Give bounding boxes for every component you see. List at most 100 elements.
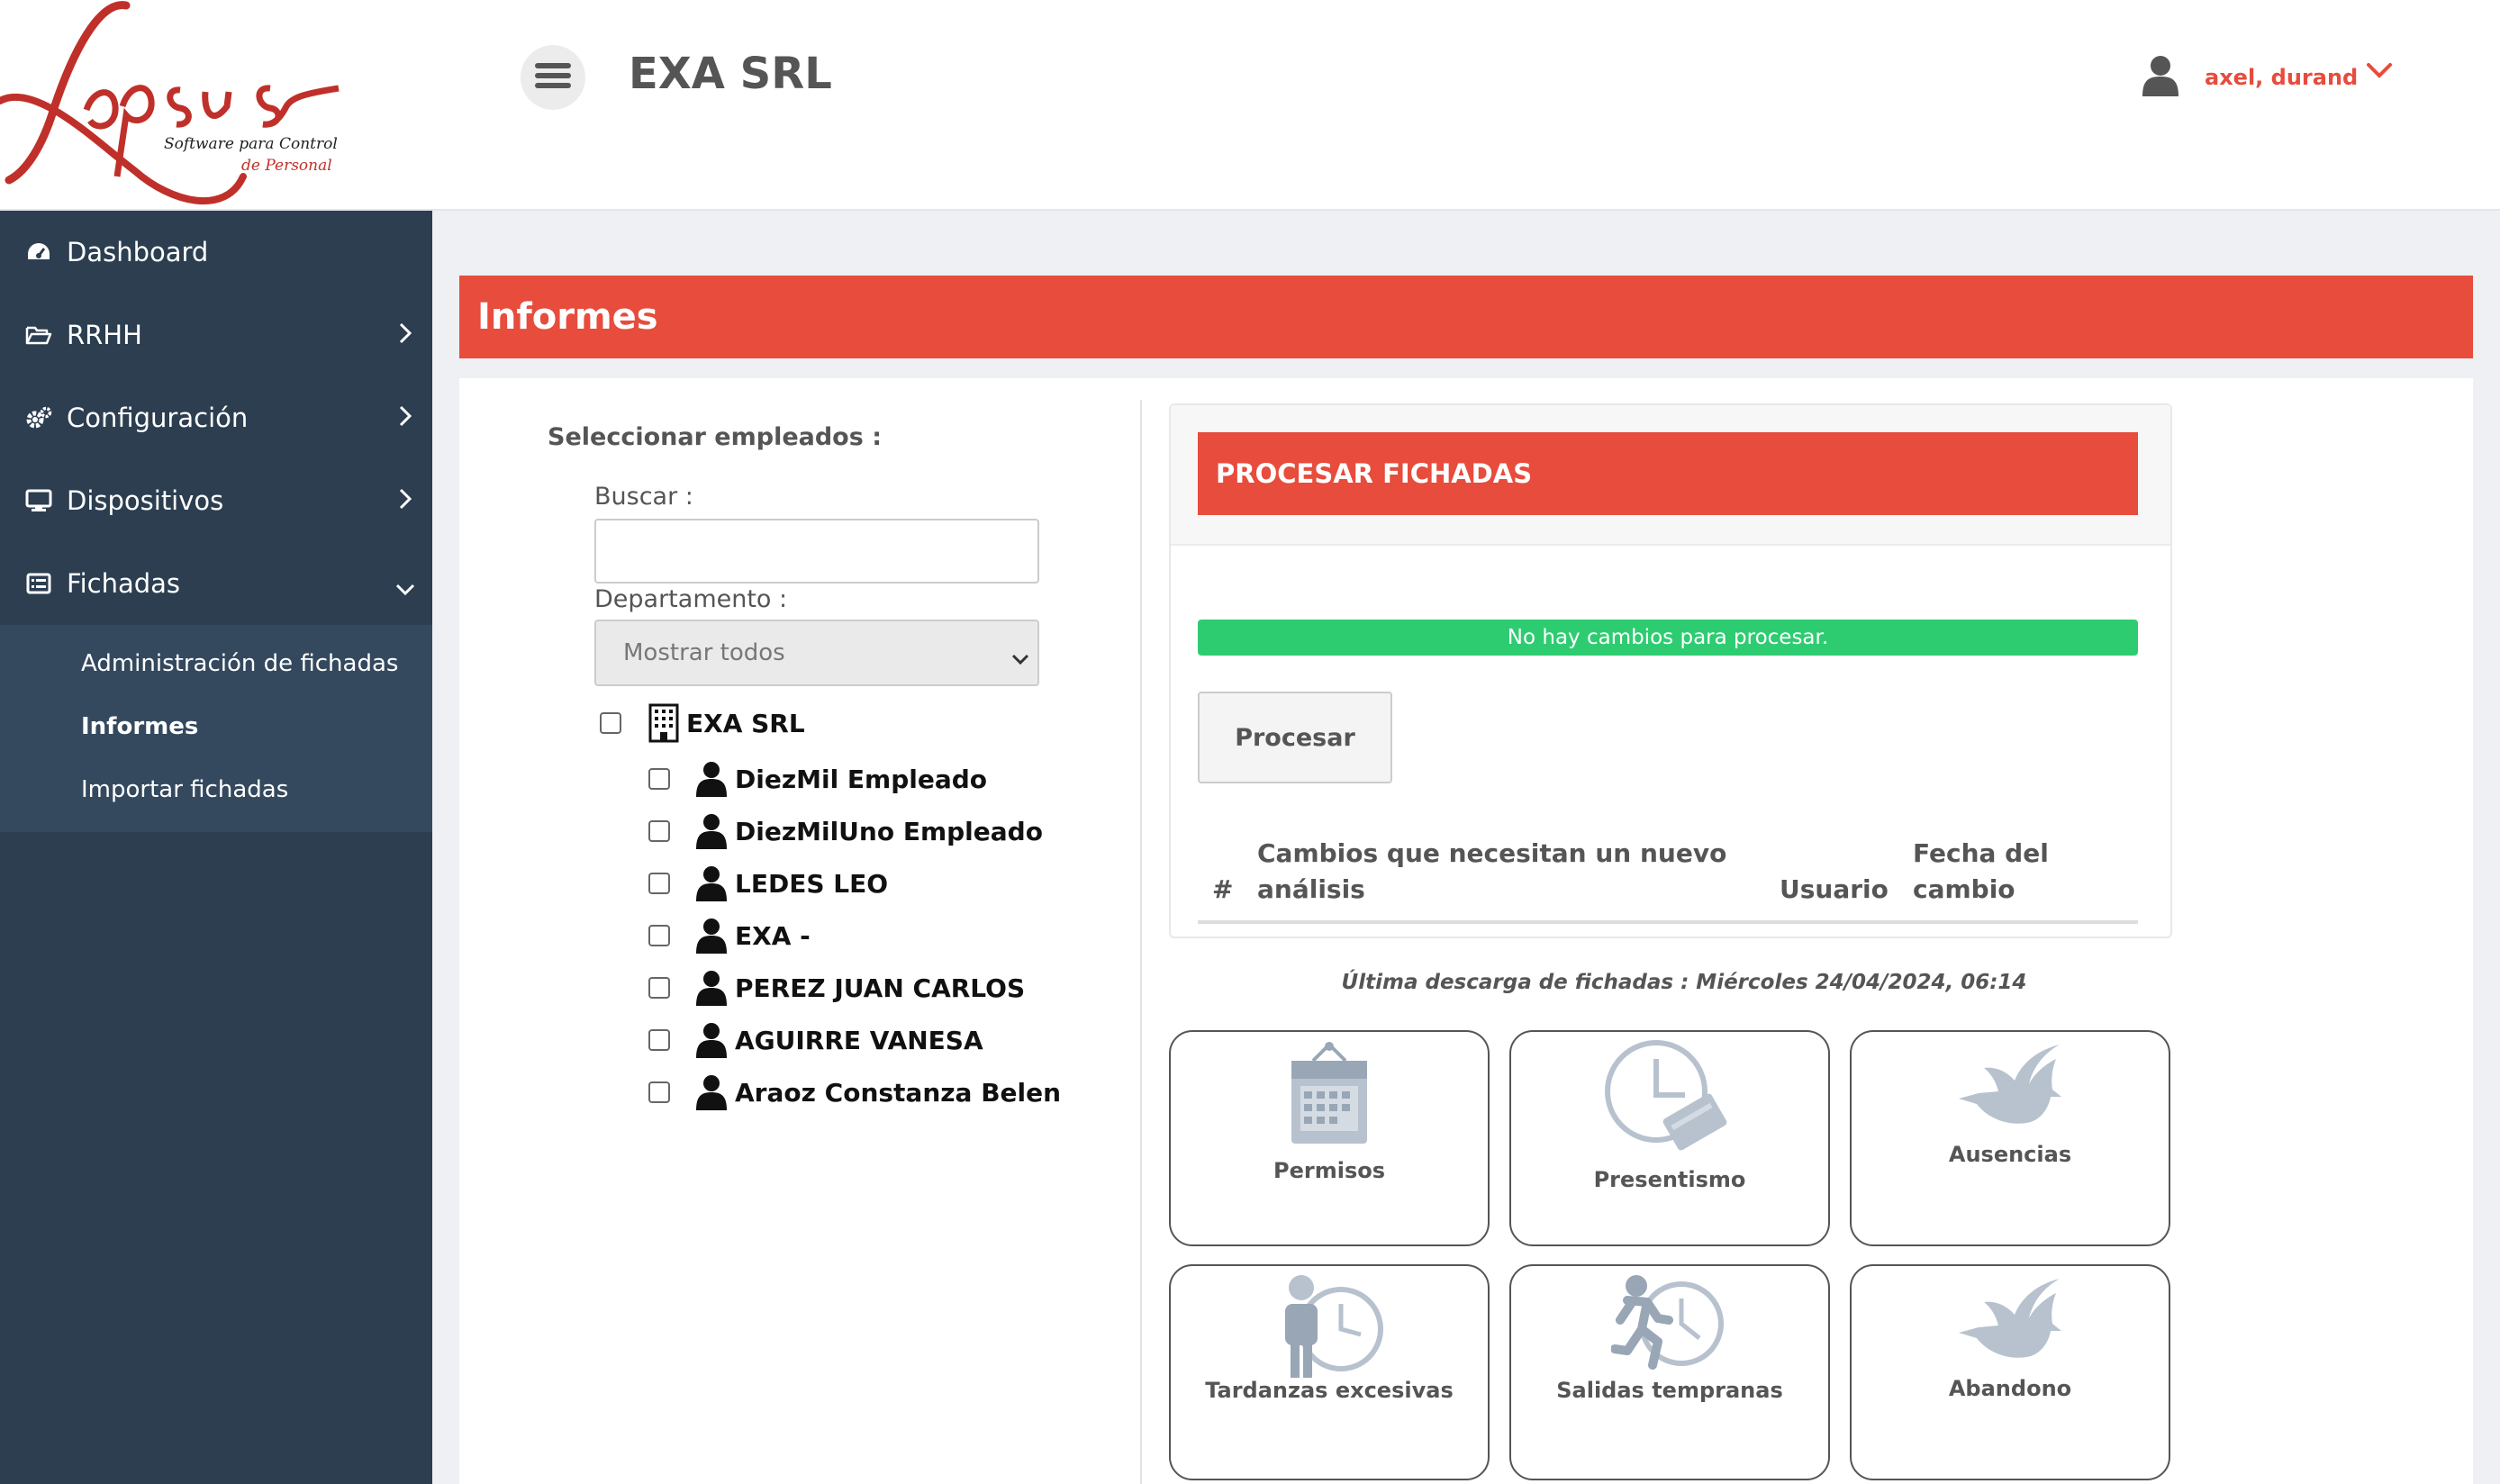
hamburger-icon (535, 61, 571, 94)
process-title: PROCESAR FICHADAS (1198, 432, 2138, 515)
employee-checkbox[interactable] (648, 1081, 670, 1103)
folder-open-icon (23, 320, 54, 350)
employee-checkbox[interactable] (648, 1029, 670, 1051)
company-name: EXA SRL (629, 49, 832, 99)
building-icon (648, 703, 679, 743)
table-header-changes-line1: Cambios que necesitan un nuevo (1257, 838, 1727, 868)
chevron-right-icon (398, 403, 412, 434)
submenu-item-importar[interactable]: Importar fichadas (0, 758, 432, 821)
sidebar-item-dashboard[interactable]: Dashboard (0, 211, 432, 294)
sidebar-item-configuracion[interactable]: Configuración (0, 376, 432, 459)
user-icon (2142, 55, 2179, 100)
table-header-date-line1: Fecha del (1913, 838, 2049, 868)
process-button[interactable]: Procesar (1198, 692, 1392, 783)
sidebar-item-label: Configuración (67, 403, 249, 433)
dashboard-icon (23, 237, 54, 267)
process-card: PROCESAR FICHADAS No hay cambios para pr… (1169, 403, 2172, 938)
submenu-item-administracion[interactable]: Administración de fichadas (0, 632, 432, 695)
user-icon (695, 761, 728, 797)
table-header-underline (1198, 920, 2138, 924)
reports-panel: Seleccionar empleados : Buscar : Departa… (459, 378, 2473, 1484)
search-input[interactable] (594, 519, 1039, 584)
lapsus-logo[interactable]: Software para Control de Personal (0, 0, 351, 211)
last-download-text: Última descarga de fichadas : Miércoles … (1341, 971, 2027, 994)
department-select[interactable]: Mostrar todos (594, 620, 1039, 686)
table-header-date-line2: cambio (1913, 874, 2015, 904)
tile-label: Abandono (1948, 1376, 2072, 1401)
user-icon (695, 865, 728, 901)
sidebar-item-rrhh[interactable]: RRHH (0, 294, 432, 376)
employee-row: LEDES LEO (648, 859, 888, 908)
tile-label: Salidas tempranas (1556, 1378, 1783, 1403)
sidebar-item-label: Dispositivos (67, 485, 224, 516)
employee-checkbox[interactable] (648, 820, 670, 842)
employee-row: AGUIRRE VANESA (648, 1016, 983, 1064)
employee-name[interactable]: PEREZ JUAN CARLOS (735, 973, 1025, 1003)
chevron-down-icon (394, 573, 416, 603)
table-header-number: # (1212, 874, 1234, 904)
person-clock-icon (1171, 1273, 1488, 1381)
sidebar-item-label: Fichadas (67, 568, 181, 599)
department-selected-value: Mostrar todos (623, 639, 785, 666)
user-icon (695, 918, 728, 954)
column-divider (1140, 400, 1142, 1484)
desktop-icon (23, 485, 54, 516)
chevron-right-icon (398, 321, 412, 351)
company-checkbox[interactable] (600, 712, 621, 734)
company-node-label: EXA SRL (686, 708, 805, 738)
user-icon (695, 1074, 728, 1110)
user-name: axel, durand (2205, 65, 2359, 90)
employee-name[interactable]: AGUIRRE VANESA (735, 1026, 983, 1055)
user-icon (695, 1022, 728, 1058)
tile-label: Permisos (1273, 1158, 1385, 1183)
report-tile-salidas[interactable]: Salidas tempranas (1509, 1264, 1830, 1480)
report-tile-permisos[interactable]: Permisos (1169, 1030, 1490, 1246)
status-alert: No hay cambios para procesar. (1198, 620, 2138, 656)
table-header-user: Usuario (1780, 874, 1889, 904)
report-tile-abandono[interactable]: Abandono (1850, 1264, 2170, 1480)
department-label: Departamento : (594, 585, 788, 613)
user-icon (695, 813, 728, 849)
report-tile-tardanzas[interactable]: Tardanzas excesivas (1169, 1264, 1490, 1480)
employee-name[interactable]: EXA - (735, 921, 811, 951)
sidebar-item-fichadas[interactable]: Fichadas (0, 542, 432, 625)
employee-name[interactable]: DiezMilUno Empleado (735, 817, 1043, 846)
running-clock-icon (1511, 1273, 1828, 1372)
dove-icon (1852, 1275, 2169, 1374)
select-employees-label: Seleccionar empleados : (548, 423, 882, 451)
table-header-changes-line2: análisis (1257, 874, 1365, 904)
tile-label: Tardanzas excesivas (1205, 1378, 1454, 1403)
user-icon (695, 970, 728, 1006)
employee-name[interactable]: Araoz Constanza Belen (735, 1078, 1061, 1108)
sidebar-item-dispositivos[interactable]: Dispositivos (0, 459, 432, 542)
user-menu[interactable]: axel, durand (2142, 52, 2393, 103)
tile-label: Presentismo (1593, 1167, 1746, 1192)
tree-node-company: EXA SRL (600, 699, 805, 747)
fichadas-submenu: Administración de fichadas Informes Impo… (0, 625, 432, 832)
chevron-down-icon (1010, 645, 1030, 672)
calendar-icon (1171, 1041, 1488, 1147)
cogs-icon (23, 403, 54, 433)
employee-checkbox[interactable] (648, 768, 670, 790)
submenu-item-informes[interactable]: Informes (0, 695, 432, 758)
employee-checkbox[interactable] (648, 873, 670, 894)
report-tile-ausencias[interactable]: Ausencias (1850, 1030, 2170, 1246)
employee-name[interactable]: DiezMil Empleado (735, 765, 987, 794)
menu-toggle-button[interactable] (521, 45, 585, 110)
logo-tagline-1: Software para Control (164, 135, 338, 153)
chevron-right-icon (398, 486, 412, 517)
logo-tagline-2: de Personal (241, 157, 332, 175)
employee-row: EXA - (648, 911, 811, 960)
chevron-down-icon (2367, 62, 2393, 82)
employee-row: DiezMil Empleado (648, 755, 987, 803)
dove-icon (1852, 1041, 2169, 1140)
employee-row: PEREZ JUAN CARLOS (648, 964, 1025, 1012)
search-label: Buscar : (594, 483, 693, 511)
clock-card-icon (1511, 1039, 1828, 1156)
employee-checkbox[interactable] (648, 925, 670, 946)
employee-name[interactable]: LEDES LEO (735, 869, 888, 899)
employee-checkbox[interactable] (648, 977, 670, 999)
page-title: Informes (459, 276, 2473, 358)
list-alt-icon (23, 568, 54, 599)
report-tile-presentismo[interactable]: Presentismo (1509, 1030, 1830, 1246)
